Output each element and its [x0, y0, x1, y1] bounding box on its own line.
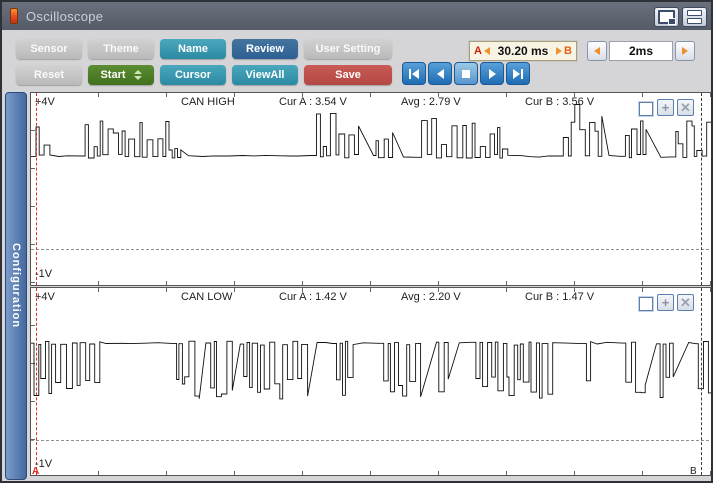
stop-icon — [462, 70, 470, 78]
display-checkbox[interactable] — [639, 297, 653, 311]
cursor-a-bottom-label: A — [32, 466, 39, 477]
timebase-increase-button[interactable] — [675, 41, 695, 61]
close-channel-button[interactable]: ✕ — [677, 99, 694, 116]
channel-name: CAN HIGH — [181, 96, 235, 108]
skip-start-button[interactable] — [402, 62, 426, 85]
timebase-value[interactable]: 2ms — [609, 41, 673, 61]
cursor-b-line[interactable] — [701, 288, 702, 475]
timebase-decrease-button[interactable] — [587, 41, 607, 61]
v-bottom-label: -1V — [35, 268, 52, 280]
start-spinner-icon — [134, 70, 142, 80]
skip-end-button[interactable] — [506, 62, 530, 85]
tile-windows-icon — [687, 10, 702, 24]
configuration-tab-label: Configuration — [10, 243, 22, 328]
average-value: Avg : 2.20 V — [401, 291, 461, 303]
cursor-b-marker-button[interactable]: B — [556, 45, 572, 57]
save-button[interactable]: Save — [304, 65, 392, 85]
toolbar: Sensor Theme Name Review User Setting Re… — [2, 30, 711, 90]
cursor-b-label: B — [564, 45, 572, 57]
display-checkbox[interactable] — [639, 102, 653, 116]
waveform-can-low — [31, 288, 713, 475]
cursor-a-line[interactable] — [36, 288, 37, 475]
skip-start-icon — [409, 69, 411, 79]
cursor-b-arrow-icon — [556, 47, 562, 55]
play-icon — [489, 69, 496, 79]
oscilloscope-window: Oscilloscope Sensor Theme Name Review Us… — [0, 0, 713, 483]
average-value: Avg : 2.79 V — [401, 96, 461, 108]
cursor-a-value: Cur A : 1.42 V — [279, 291, 347, 303]
review-button[interactable]: Review — [232, 39, 298, 59]
theme-button[interactable]: Theme — [88, 39, 154, 59]
v-top-label: +4V — [35, 96, 55, 108]
name-button[interactable]: Name — [160, 39, 226, 59]
waveform-can-high — [31, 93, 713, 285]
configuration-tab[interactable]: Configuration — [5, 92, 27, 480]
cursor-a-marker-button[interactable]: A — [474, 45, 490, 57]
step-back-button[interactable] — [428, 62, 452, 85]
titlebar-buttons — [654, 7, 707, 27]
cursor-time-readout: A 30.20 ms B — [469, 41, 577, 61]
zero-volt-gridline — [31, 440, 713, 441]
cursor-a-line[interactable] — [36, 93, 37, 285]
new-window-button[interactable] — [654, 7, 679, 27]
channel-name: CAN LOW — [181, 291, 232, 303]
scope-panel-can-high: +4V CAN HIGH Cur A : 3.54 V Avg : 2.79 V… — [30, 92, 713, 286]
new-window-icon — [658, 10, 675, 24]
right-arrow-icon — [682, 47, 688, 55]
scope-panel-can-low: +4V CAN LOW Cur A : 1.42 V Avg : 2.20 V … — [30, 287, 713, 476]
cursor-a-arrow-icon — [484, 47, 490, 55]
add-channel-button[interactable]: + — [657, 294, 674, 311]
v-top-label: +4V — [35, 291, 55, 303]
reset-button[interactable]: Reset — [16, 65, 82, 85]
add-channel-button[interactable]: + — [657, 99, 674, 116]
step-back-icon — [437, 69, 444, 79]
cursor-b-line[interactable] — [701, 93, 702, 285]
stop-button[interactable] — [454, 62, 478, 85]
app-signal-icon — [10, 8, 18, 24]
cursor-button[interactable]: Cursor — [160, 65, 226, 85]
skip-end-icon — [513, 69, 520, 79]
zero-volt-gridline — [31, 249, 713, 250]
cursor-b-bottom-label: B — [690, 466, 697, 477]
start-button-label: Start — [100, 69, 125, 81]
tile-windows-button[interactable] — [682, 7, 707, 27]
close-channel-button[interactable]: ✕ — [677, 294, 694, 311]
cursor-b-value: Cur B : 1.47 V — [525, 291, 594, 303]
left-arrow-icon — [594, 47, 600, 55]
play-button[interactable] — [480, 62, 504, 85]
cursor-a-label: A — [474, 45, 482, 57]
cursor-delta-value: 30.20 ms — [498, 44, 549, 58]
cursor-b-value: Cur B : 3.56 V — [525, 96, 594, 108]
title-bar: Oscilloscope — [2, 2, 711, 30]
start-button[interactable]: Start — [88, 65, 154, 85]
sensor-button[interactable]: Sensor — [16, 39, 82, 59]
user-setting-button[interactable]: User Setting — [304, 39, 392, 59]
page-title: Oscilloscope — [26, 9, 103, 24]
transport-controls — [402, 62, 530, 85]
viewall-button[interactable]: ViewAll — [232, 65, 298, 85]
cursor-a-value: Cur A : 3.54 V — [279, 96, 347, 108]
